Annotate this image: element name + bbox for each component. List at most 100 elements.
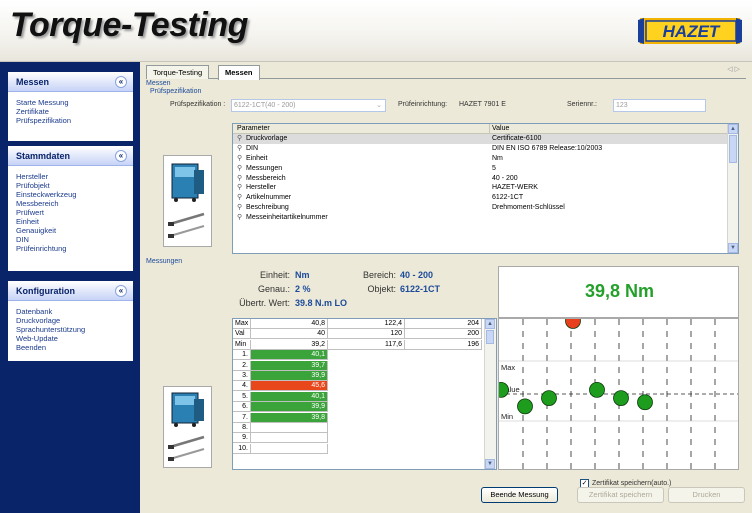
table-row[interactable]: 5. 40,1 [233, 391, 482, 402]
sidebar-item-pruefspezifikation[interactable]: Prüfspezifikation [16, 116, 125, 125]
key-icon: ⚲ [237, 174, 243, 182]
spec-select[interactable]: 6122-1CT(40 - 200) ⌄ [231, 99, 386, 112]
objekt-label: Objekt: [367, 284, 396, 294]
key-icon: ⚲ [237, 214, 243, 222]
parameter-table: Parameter Value ⚲ Druckvorlage Certificate… [232, 123, 739, 254]
hazet-logo: HAZET [638, 18, 742, 44]
table-row[interactable]: ⚲ Messeinheitartikelnummer [233, 213, 738, 223]
measurement-index: 4. [233, 381, 251, 392]
app-title: Torque-Testing [10, 6, 248, 44]
stat-cell: 200 [405, 329, 482, 340]
grid-scrollbar[interactable]: ▲ ▼ [484, 319, 496, 469]
param-name: Artikelnummer [246, 194, 292, 202]
sidebar-item-datenbank[interactable]: Datenbank [16, 307, 125, 316]
table-row[interactable]: 2. 39,7 [233, 360, 482, 371]
sidebar-item-web-update[interactable]: Web-Update [16, 334, 125, 343]
table-row[interactable]: 1. 40,1 [233, 350, 482, 361]
sidebar-item-beenden[interactable]: Beenden [16, 343, 125, 352]
drucken-button[interactable]: Drucken [668, 487, 745, 503]
table-row[interactable]: ⚲ DIN DIN EN ISO 6789 Release:10/2003 [233, 144, 738, 154]
sidebar-item-einheit[interactable]: Einheit [16, 217, 125, 226]
param-name: Druckvorlage [246, 135, 288, 142]
sidebar-item-einsteckwerkzeug[interactable]: Einsteckwerkzeug [16, 190, 125, 199]
collapse-chevron-icon[interactable]: « [115, 76, 127, 88]
sidebar-item-din[interactable]: DIN [16, 235, 125, 244]
measurement-value [251, 443, 328, 454]
sidebar-item-druckvorlage[interactable]: Druckvorlage [16, 316, 125, 325]
device-label: Prüfeinrichtung: [398, 101, 448, 108]
plot-label-min: Min [501, 412, 513, 421]
measurement-value: 39,9 [251, 371, 328, 381]
table-scrollbar[interactable]: ▲ ▼ [727, 124, 738, 253]
table-row[interactable]: ⚲ Artikelnummer 6122-1CT [233, 193, 738, 203]
table-row[interactable]: ⚲ Messungen 5 [233, 164, 738, 174]
table-row[interactable]: ⚲ Druckvorlage Certificate-6100 [233, 134, 738, 144]
column-header-value[interactable]: Value [489, 124, 509, 134]
tab-torque-testing[interactable]: Torque-Testing [146, 65, 210, 79]
stats-row: Min 39,2 117,6 196 [233, 339, 482, 350]
panel-header[interactable]: Messen « [8, 72, 133, 92]
tab-messen[interactable]: Messen [218, 65, 260, 80]
serial-field[interactable]: 123 [613, 99, 706, 112]
key-icon: ⚲ [237, 144, 243, 152]
auto-save-label: Zertifikat speichern(auto.) [592, 480, 672, 487]
objekt-value: 6122-1CT [400, 284, 441, 294]
panel-header[interactable]: Konfiguration « [8, 281, 133, 301]
sidebar: Messen « Starte Messung Zertifikate Prüf… [0, 62, 140, 513]
table-row[interactable]: 3. 39,9 [233, 371, 482, 381]
scroll-thumb[interactable] [486, 330, 494, 344]
collapse-chevron-icon[interactable]: « [115, 285, 127, 297]
table-row[interactable]: ⚲ Hersteller HAZET-WERK [233, 183, 738, 193]
table-row[interactable]: 10. [233, 443, 482, 454]
table-row[interactable]: 9. [233, 433, 482, 444]
genau-value: 2 % [295, 284, 311, 294]
table-row[interactable]: 6. 39,9 [233, 402, 482, 413]
param-value: 6122-1CT [492, 194, 524, 202]
stat-cell: 39,2 [251, 339, 328, 350]
main-area: Torque-Testing Messen ◁ ▷ Messen Prüfspe… [140, 62, 752, 513]
sidebar-item-pruefeinrichtung[interactable]: Prüfeinrichtung [16, 244, 125, 253]
measurement-summary: Einheit: Nm Bereich: 40 - 200 Genau.: 2 … [232, 266, 497, 318]
sidebar-item-zertifikate[interactable]: Zertifikate [16, 107, 125, 116]
sidebar-item-starte-messung[interactable]: Starte Messung [16, 98, 125, 107]
column-header-parameter[interactable]: Parameter [237, 124, 270, 134]
tab-scroll-arrows-icon[interactable]: ◁ ▷ [727, 65, 740, 73]
table-header: Parameter Value [233, 124, 738, 134]
tab-bar: Torque-Testing Messen ◁ ▷ [146, 65, 746, 80]
sidebar-item-pruefobjekt[interactable]: Prüfobjekt [16, 181, 125, 190]
param-name: Messeinheitartikelnummer [246, 214, 328, 222]
param-value: Certificate-6100 [492, 135, 542, 142]
scroll-down-icon[interactable]: ▼ [485, 459, 495, 469]
sidebar-item-hersteller[interactable]: Hersteller [16, 172, 125, 181]
serial-label: Seriennr.: [567, 101, 597, 108]
measurement-index: 6. [233, 402, 251, 413]
scroll-down-icon[interactable]: ▼ [728, 243, 738, 253]
zertifikat-speichern-button[interactable]: Zertifikat speichern [577, 487, 664, 503]
param-value: DIN EN ISO 6789 Release:10/2003 [492, 144, 603, 152]
sidebar-item-sprachunterstuetzung[interactable]: Sprachunterstützung [16, 325, 125, 334]
scroll-up-icon[interactable]: ▲ [485, 319, 495, 329]
collapse-chevron-icon[interactable]: « [115, 150, 127, 162]
table-row[interactable]: 4. 45,6 [233, 381, 482, 392]
panel-title: Messen [16, 77, 50, 87]
sidebar-item-messbereich[interactable]: Messbereich [16, 199, 125, 208]
table-row[interactable]: 7. 39,8 [233, 412, 482, 423]
panel-header[interactable]: Stammdaten « [8, 146, 133, 166]
stat-cell: 122,4 [328, 319, 405, 329]
sidebar-item-pruefwert[interactable]: Prüfwert [16, 208, 125, 217]
scroll-thumb[interactable] [729, 135, 737, 163]
table-row[interactable]: ⚲ Messbereich 40 - 200 [233, 174, 738, 184]
param-value: 40 - 200 [492, 174, 518, 182]
tool-image [163, 386, 212, 468]
scroll-up-icon[interactable]: ▲ [728, 124, 738, 134]
plot-point [517, 398, 533, 415]
table-row[interactable]: 8. [233, 423, 482, 433]
measurement-index: 5. [233, 391, 251, 402]
table-row[interactable]: ⚲ Beschreibung Drehmoment-Schlüssel [233, 203, 738, 213]
beende-messung-button[interactable]: Beende Messung [481, 487, 558, 503]
measurement-index: 1. [233, 350, 251, 361]
sidebar-item-genauigkeit[interactable]: Genauigkeit [16, 226, 125, 235]
measurement-value: 40,1 [251, 350, 328, 361]
table-row[interactable]: ⚲ Einheit Nm [233, 154, 738, 164]
row-label: Max [233, 319, 251, 329]
